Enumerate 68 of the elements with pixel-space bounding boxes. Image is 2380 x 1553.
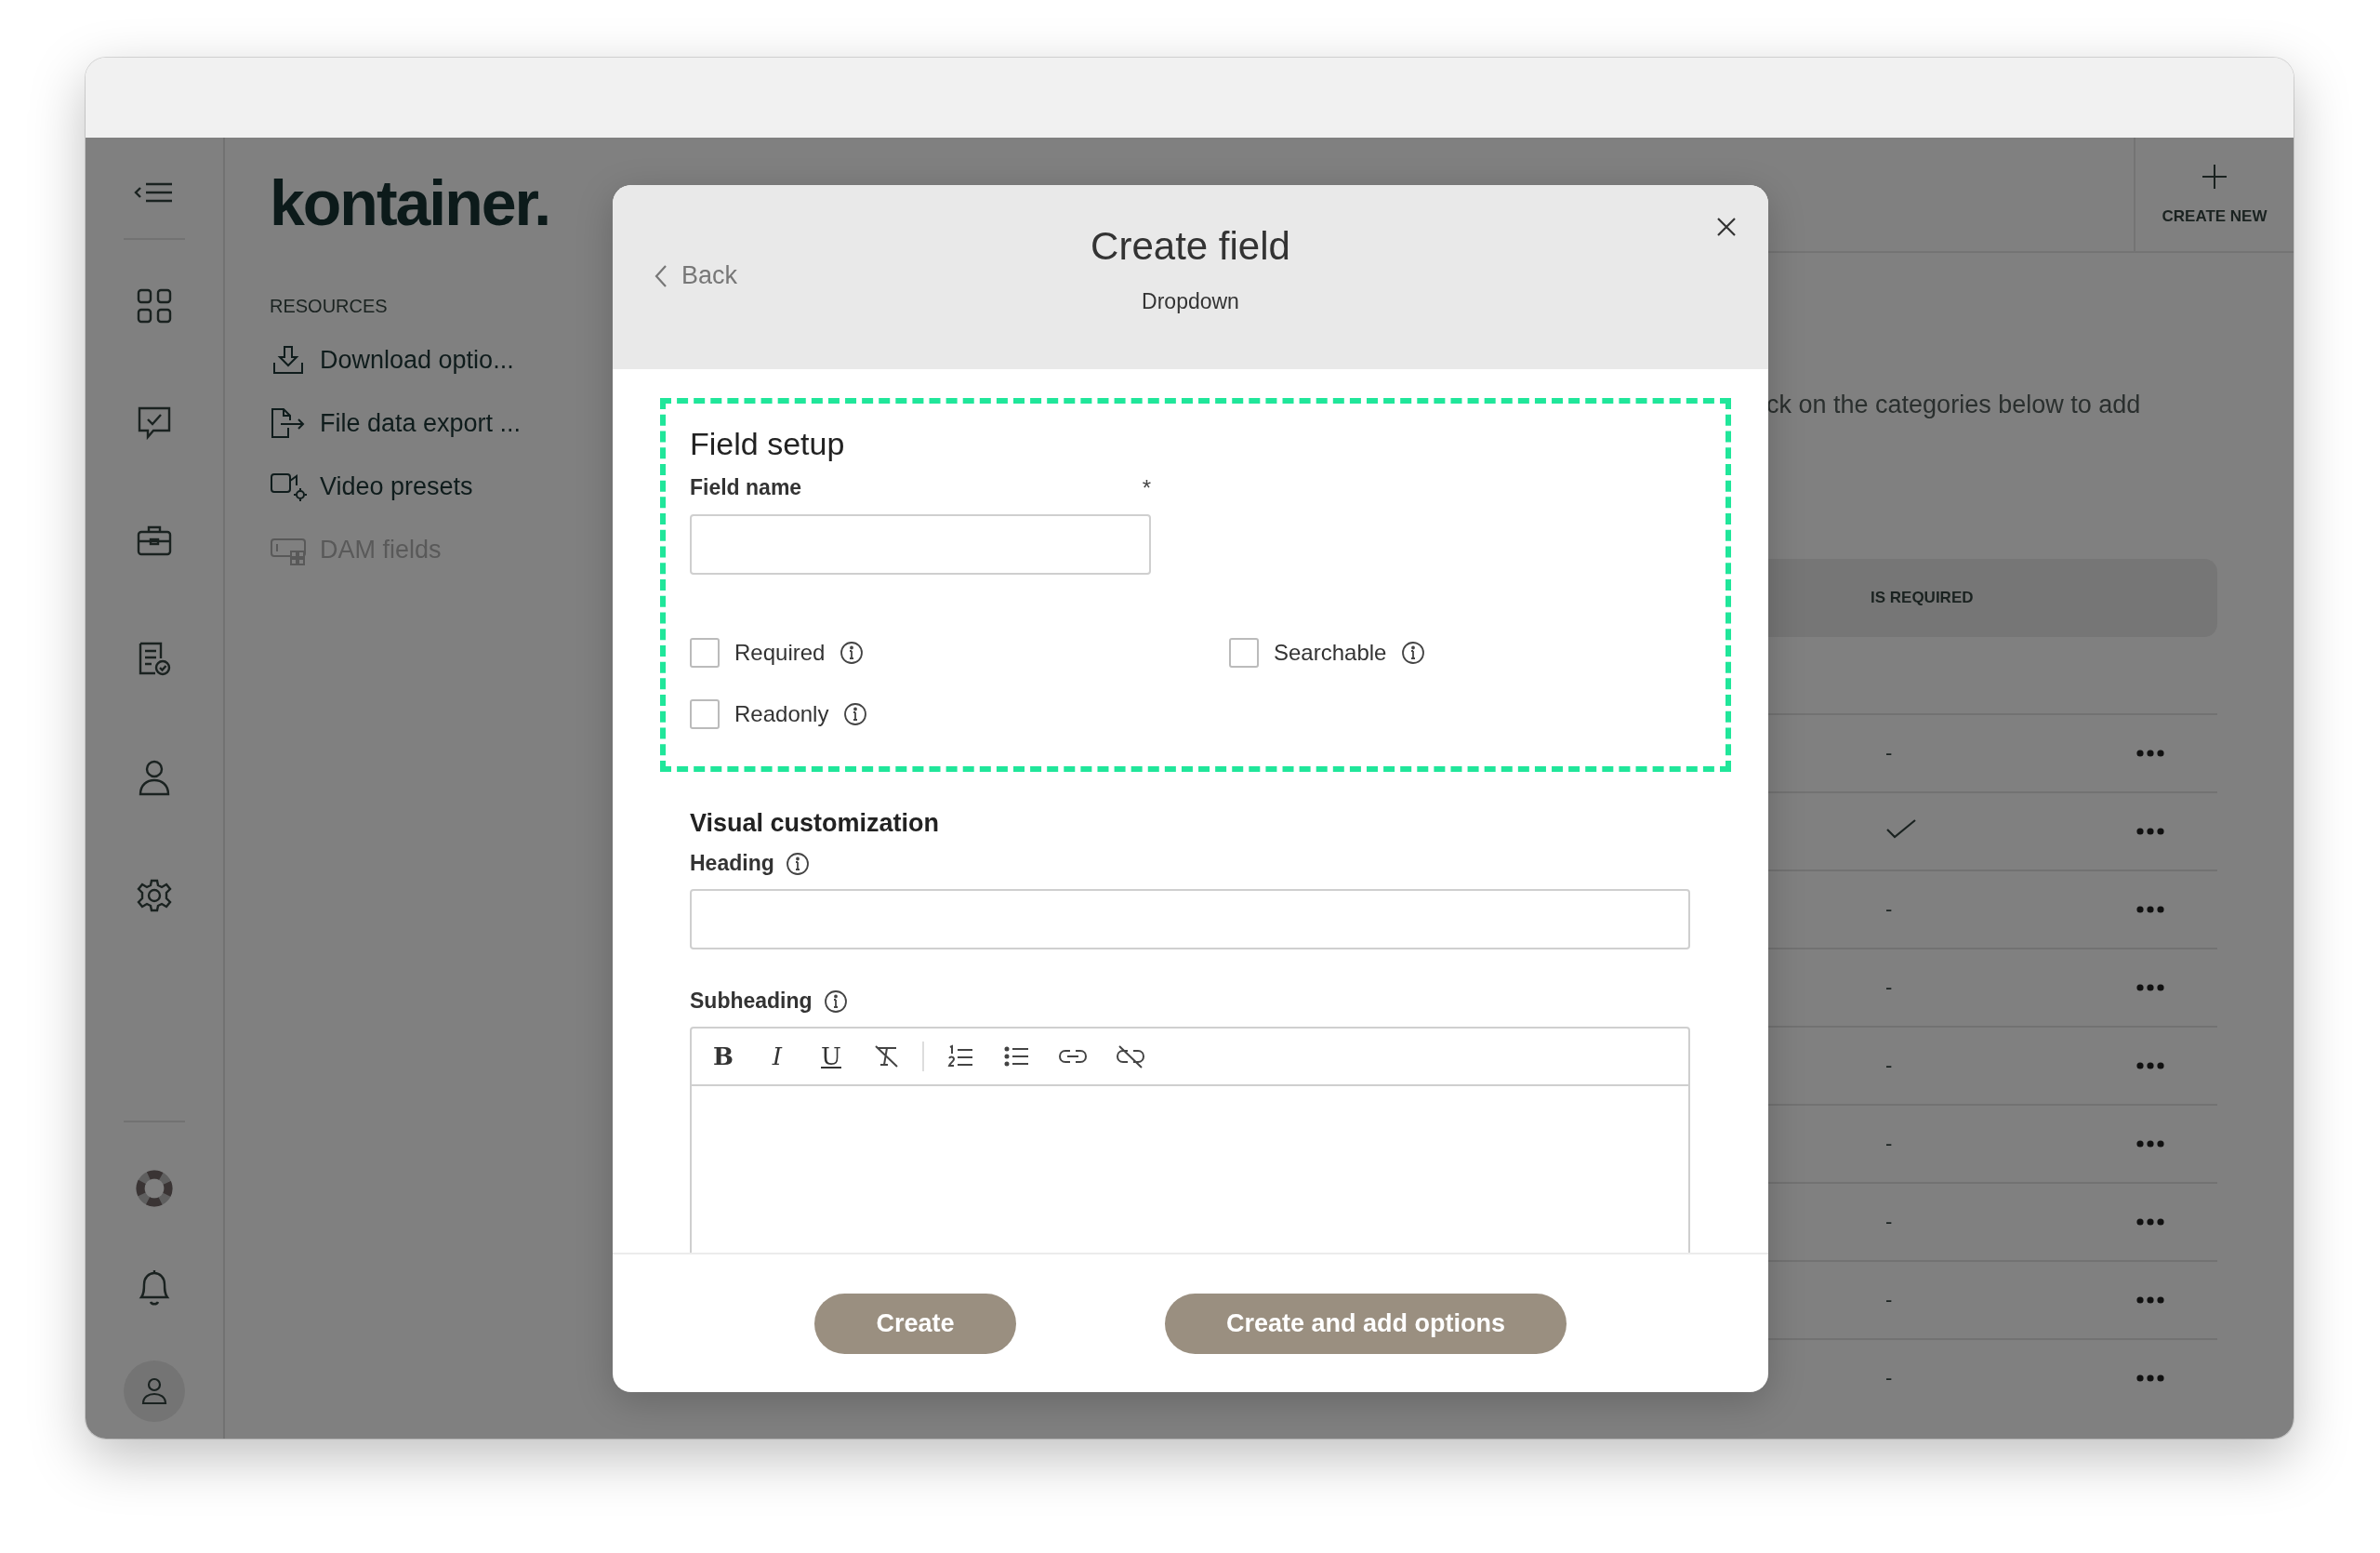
numbered-list-icon[interactable] — [946, 1044, 974, 1069]
italic-button[interactable]: I — [764, 1042, 790, 1070]
bullet-list-icon[interactable] — [1002, 1044, 1030, 1069]
table-cell: - — [1885, 1210, 1893, 1233]
table-cell: - — [1885, 976, 1893, 999]
more-icon[interactable] — [2136, 905, 2164, 914]
user-icon — [141, 1377, 167, 1405]
primary-button[interactable]: Create and add options — [1165, 1293, 1567, 1354]
sidebar-item[interactable]: Download optio... — [270, 328, 614, 392]
more-icon[interactable] — [2136, 1139, 2164, 1148]
dialog-subtitle: Dropdown — [1142, 289, 1239, 314]
close-icon[interactable] — [1716, 217, 1737, 237]
checkbox-label: Searchable — [1274, 640, 1387, 666]
underline-button[interactable]: U — [818, 1042, 844, 1070]
info-icon[interactable] — [843, 702, 868, 726]
video-gear-icon — [270, 471, 309, 502]
more-icon[interactable] — [2136, 749, 2164, 758]
table-cell: - — [1885, 897, 1893, 921]
info-icon[interactable] — [840, 641, 865, 665]
field-label: Field name — [690, 475, 802, 501]
table-cell: - — [1885, 1132, 1893, 1155]
settings-icon[interactable] — [137, 878, 172, 913]
info-icon[interactable] — [1401, 641, 1426, 665]
column-header: IS REQUIRED — [1871, 589, 1974, 607]
more-icon[interactable] — [2136, 827, 2164, 836]
table-cell: - — [1885, 1366, 1893, 1389]
section-heading: RESOURCES — [270, 296, 389, 317]
chat-check-icon[interactable] — [137, 405, 172, 441]
unlink-icon[interactable] — [1116, 1044, 1145, 1069]
info-icon[interactable] — [823, 989, 848, 1014]
help-icon[interactable] — [135, 1169, 174, 1208]
checkbox-label: Required — [734, 640, 826, 666]
more-icon[interactable] — [2136, 1295, 2164, 1305]
checkbox-label: Readonly — [734, 701, 829, 727]
briefcase-icon[interactable] — [137, 524, 172, 556]
chevron-left-icon — [654, 263, 668, 288]
field-label: Subheading — [690, 989, 813, 1014]
dashboard-icon[interactable] — [137, 288, 172, 324]
clear-format-icon[interactable] — [872, 1044, 900, 1069]
more-icon[interactable] — [2136, 1061, 2164, 1070]
table-cell: - — [1885, 741, 1893, 764]
back-link[interactable]: Back — [654, 261, 738, 290]
hint-text: ck on the categories below to add — [1766, 391, 2142, 419]
more-icon[interactable] — [2136, 1374, 2164, 1383]
checkbox[interactable] — [690, 638, 720, 668]
section-heading: Visual customization — [690, 809, 941, 838]
info-icon[interactable] — [785, 851, 810, 876]
table-cell: - — [1885, 1054, 1893, 1077]
more-icon[interactable] — [2136, 1217, 2164, 1227]
more-icon[interactable] — [2136, 983, 2164, 992]
user-icon[interactable] — [138, 759, 171, 796]
plus-icon — [2201, 163, 2228, 191]
sidebar-item[interactable]: Video presets — [270, 455, 614, 518]
field-name-input[interactable] — [690, 514, 1151, 575]
sidebar-item[interactable]: File data export ... — [270, 392, 614, 455]
table-cell: - — [1885, 1288, 1893, 1311]
field-label: Heading — [690, 851, 774, 876]
heading-input[interactable] — [690, 889, 1690, 949]
logo[interactable]: kontainer. — [270, 166, 614, 240]
primary-button[interactable]: Create — [814, 1293, 1016, 1354]
checkbox[interactable] — [690, 699, 720, 729]
required-mark: * — [1142, 475, 1151, 501]
create-new-button[interactable]: CREATE NEW — [2134, 138, 2294, 251]
section-heading: Field setup — [690, 426, 846, 462]
checkbox[interactable] — [1229, 638, 1259, 668]
dialog-title: Create field — [1091, 224, 1290, 269]
bold-button[interactable]: B — [710, 1042, 736, 1070]
document-check-icon[interactable] — [137, 642, 172, 677]
